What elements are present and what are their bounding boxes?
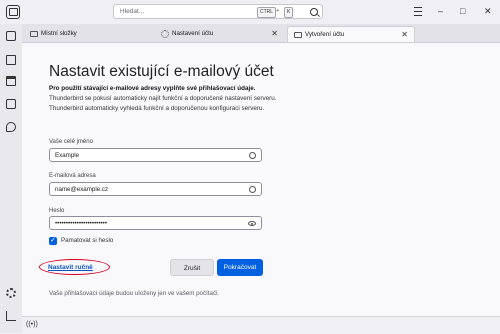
tab-account-setup[interactable]: Vytvoření účtu ✕ xyxy=(287,26,415,42)
activity-icon[interactable]: ((•)) xyxy=(26,321,38,328)
mail-icon[interactable] xyxy=(6,31,16,41)
show-password-eye-icon[interactable] xyxy=(248,221,256,226)
name-value: Example xyxy=(55,152,80,159)
address-book-icon[interactable] xyxy=(6,55,16,65)
app-icon[interactable] xyxy=(6,5,20,19)
search-placeholder: Hledat... xyxy=(120,8,145,15)
chat-icon[interactable] xyxy=(6,122,16,132)
tab-label: Nastavení účtu xyxy=(172,30,214,37)
title-bar: Hledat... CTRL + K – □ ✕ xyxy=(0,0,500,24)
tasks-icon[interactable] xyxy=(6,99,16,109)
annotation-highlight-circle xyxy=(39,259,110,275)
tab-local-folders[interactable]: Místní složky xyxy=(24,26,152,42)
hamburger-menu-icon[interactable] xyxy=(414,7,422,16)
tab-bar: Místní složky Nastavení účtu ✕ Vytvoření… xyxy=(22,24,500,43)
calendar-icon[interactable] xyxy=(6,76,16,86)
account-setup-page: Nastavit existující e-mailový účet Pro p… xyxy=(22,43,500,316)
tab-label: Místní složky xyxy=(41,30,77,37)
spaces-toolbar xyxy=(0,24,23,333)
page-title: Nastavit existující e-mailový účet xyxy=(49,63,274,80)
close-tab-icon[interactable]: ✕ xyxy=(401,27,408,43)
email-field[interactable]: name@example.cz xyxy=(49,182,262,196)
settings-icon[interactable] xyxy=(6,288,16,298)
email-label: E-mailová adresa xyxy=(49,173,96,179)
folder-icon xyxy=(30,31,38,37)
close-icon[interactable]: ✕ xyxy=(484,5,492,17)
continue-button[interactable]: Pokračovat xyxy=(217,259,263,276)
password-value: •••••••••••••••••••••••• xyxy=(55,220,107,227)
tab-label: Vytvoření účtu xyxy=(305,31,345,38)
password-label: Heslo xyxy=(49,208,65,214)
close-tab-icon[interactable]: ✕ xyxy=(271,26,278,42)
mail-icon xyxy=(294,32,302,38)
email-value: name@example.cz xyxy=(55,186,109,193)
tab-account-settings[interactable]: Nastavení účtu ✕ xyxy=(155,26,284,42)
intro-text-line3: Thunderbird automaticky vyhledá funkční … xyxy=(49,105,265,112)
intro-text-line2: Thunderbird se pokusí automaticky najít … xyxy=(49,95,277,102)
settings-icon xyxy=(161,30,169,38)
minimize-icon[interactable]: – xyxy=(438,5,443,17)
cancel-button[interactable]: Zrušit xyxy=(170,259,214,276)
shortcut-key-k: K xyxy=(284,7,294,18)
remember-password-checkbox[interactable]: ✓ xyxy=(49,237,57,245)
search-input[interactable]: Hledat... CTRL + K xyxy=(113,4,323,19)
info-icon xyxy=(249,186,256,193)
credentials-note: Vaše přihlašovací údaje budou uloženy je… xyxy=(49,290,220,297)
shortcut-key-ctrl: CTRL xyxy=(257,7,277,18)
search-icon[interactable] xyxy=(310,8,318,16)
collapse-sidebar-icon[interactable] xyxy=(6,311,16,321)
name-field[interactable]: Example xyxy=(49,148,262,162)
shortcut-plus: + xyxy=(276,8,280,14)
name-label: Vaše celé jméno xyxy=(49,139,93,145)
status-bar: ((•)) xyxy=(22,316,500,334)
maximize-icon[interactable]: □ xyxy=(460,5,465,17)
intro-text-bold: Pro použití stávající e-mailové adresy v… xyxy=(49,85,256,92)
info-icon xyxy=(249,152,256,159)
password-field[interactable]: •••••••••••••••••••••••• xyxy=(49,216,262,230)
remember-password-label[interactable]: Pamatovat si heslo xyxy=(61,237,113,244)
